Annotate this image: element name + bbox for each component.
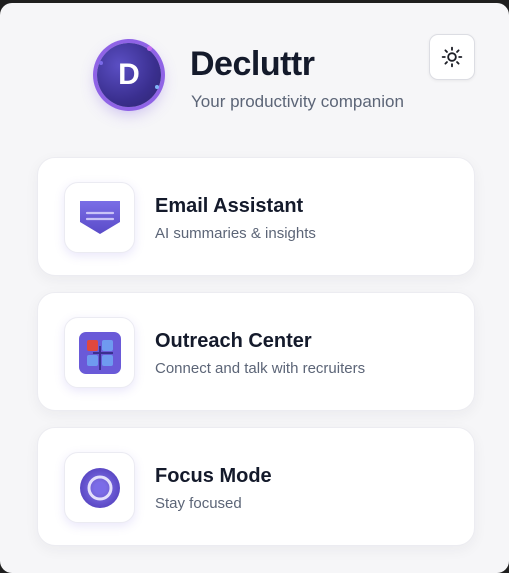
logo-letter: D [118, 58, 140, 91]
theme-toggle-button[interactable] [429, 34, 475, 80]
card-focus-mode[interactable]: Focus Mode Stay focused [37, 427, 475, 546]
grid-icon [78, 331, 121, 374]
card-title: Focus Mode [155, 465, 272, 487]
card-description: AI summaries & insights [155, 225, 316, 242]
logo-sparkle [147, 46, 152, 51]
app-logo: D [97, 43, 161, 107]
logo-sparkle [155, 85, 159, 89]
sun-icon [441, 46, 463, 68]
card-title: Outreach Center [155, 330, 312, 352]
card-outreach-center[interactable]: Outreach Center Connect and talk with re… [37, 292, 475, 411]
card-description: Connect and talk with recruiters [155, 360, 366, 377]
logo-sparkle [99, 61, 103, 65]
envelope-icon [79, 200, 120, 234]
card-description: Stay focused [155, 495, 242, 512]
email-icon-box [64, 182, 135, 253]
header: D Decluttr Your productivity companion [0, 3, 509, 153]
app-subtitle: Your productivity companion [191, 92, 404, 111]
card-email-assistant[interactable]: Email Assistant AI summaries & insights [37, 157, 475, 276]
focus-icon-box [64, 452, 135, 523]
target-icon [79, 467, 120, 508]
card-title: Email Assistant [155, 195, 304, 217]
app-title: Decluttr [190, 45, 315, 83]
app-window: D Decluttr Your productivity companion E… [0, 3, 509, 573]
outreach-icon-box [64, 317, 135, 388]
